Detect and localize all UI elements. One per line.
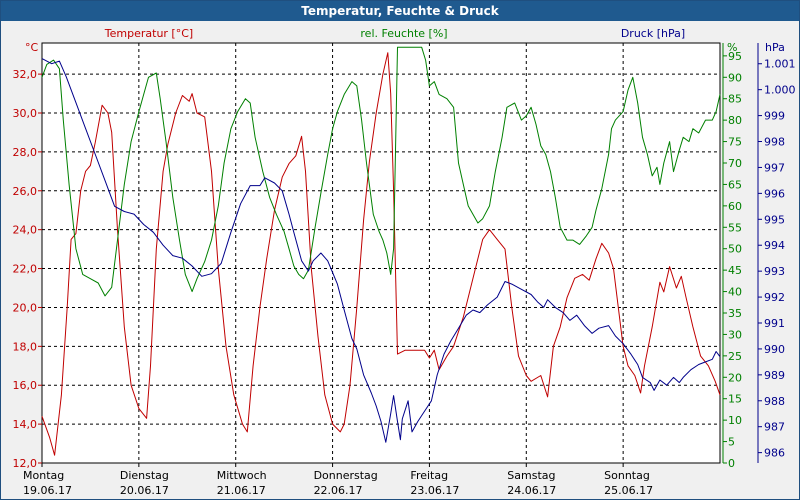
x-tick-label-date: 24.06.17 [507,484,556,497]
temperature-tick-label: 20,0 [13,301,38,314]
pressure-tick-label: 998 [764,136,785,149]
x-tick-label-day: Dienstag [120,469,169,482]
pressure-tick-label: 1.000 [764,84,796,97]
humidity-tick-label: 85 [728,93,742,106]
humidity-tick-label: 50 [728,243,742,256]
pressure-axis-title: Druck [hPa] [621,27,685,40]
humidity-axis-title: rel. Feuchte [%] [360,27,447,40]
x-tick-label-day: Samstag [507,469,555,482]
pressure-axis: 986 987 988 989 990 991 992 993 994 995 996 997 998 9… [757,43,796,463]
temperature-tick-label: 14,0 [13,418,38,431]
humidity-unit: % [727,41,737,54]
pressure-tick-label: 991 [764,317,785,330]
x-tick-label-day: Freitag [410,469,448,482]
x-tick-label-date: 20.06.17 [120,484,169,497]
pressure-tick-label: 997 [764,161,785,174]
humidity-tick-label: 75 [728,136,742,149]
humidity-tick-label: 5 [728,436,735,449]
humidity-axis: 05101520253035404550556065707580859095 [722,43,742,470]
x-tick-label-date: 25.06.17 [604,484,653,497]
humidity-tick-label: 40 [728,286,742,299]
humidity-tick-label: 20 [728,371,742,384]
pressure-tick-label: 994 [764,239,785,252]
pressure-tick-label: 992 [764,291,785,304]
pressure-tick-label: 993 [764,265,785,278]
x-tick-label-date: 22.06.17 [314,484,363,497]
temperature-tick-label: 28,0 [13,146,38,159]
humidity-tick-label: 35 [728,307,742,320]
plot-area [41,42,721,464]
x-tick-label-date: 23.06.17 [410,484,459,497]
temperature-axis: 12,014,016,018,020,022,024,026,028,030,0… [13,68,42,470]
pressure-tick-label: 996 [764,187,785,200]
humidity-tick-label: 10 [728,414,742,427]
humidity-tick-label: 55 [728,221,742,234]
humidity-tick-label: 0 [728,457,735,470]
x-tick-label-day: Montag [23,469,64,482]
humidity-tick-label: 60 [728,200,742,213]
x-tick-label-day: Mittwoch [217,469,267,482]
temperature-tick-label: 24,0 [13,224,38,237]
pressure-tick-label: 989 [764,369,785,382]
humidity-tick-label: 15 [728,393,742,406]
x-tick-label-day: Sonntag [604,469,650,482]
pressure-tick-label: 1.001 [764,58,796,71]
pressure-tick-label: 987 [764,421,785,434]
pressure-tick-label: 986 [764,447,785,460]
temperature-tick-label: 16,0 [13,379,38,392]
humidity-tick-label: 80 [728,114,742,127]
temperature-tick-label: 18,0 [13,340,38,353]
x-tick-label-date: 21.06.17 [217,484,266,497]
x-axis: Montag 19.06.17 Dienstag 20.06.17 Mittwoch 21… [23,463,653,497]
temperature-tick-label: 22,0 [13,263,38,276]
humidity-tick-label: 90 [728,71,742,84]
temperature-axis-title: Temperatur [°C] [104,27,193,40]
pressure-tick-label: 999 [764,110,785,123]
humidity-tick-label: 25 [728,350,742,363]
humidity-tick-label: 70 [728,157,742,170]
temperature-tick-label: 26,0 [13,185,38,198]
pressure-tick-label: 995 [764,213,785,226]
temperature-tick-label: 30,0 [13,107,38,120]
humidity-tick-label: 30 [728,328,742,341]
temperature-tick-label: 32,0 [13,68,38,81]
pressure-unit: hPa [765,41,785,54]
chart-window: Temperatur, Feuchte & Druck 12,0 14,0 16,0… [0,0,800,500]
line-chart: 12,014,016,018,020,022,024,026,028,030,0… [13,27,796,497]
x-tick-label-date: 19.06.17 [23,484,72,497]
humidity-tick-label: 45 [728,264,742,277]
pressure-tick-label: 988 [764,395,785,408]
temperature-unit: °C [25,41,39,54]
x-tick-label-day: Donnerstag [314,469,378,482]
pressure-tick-label: 990 [764,343,785,356]
humidity-tick-label: 65 [728,178,742,191]
